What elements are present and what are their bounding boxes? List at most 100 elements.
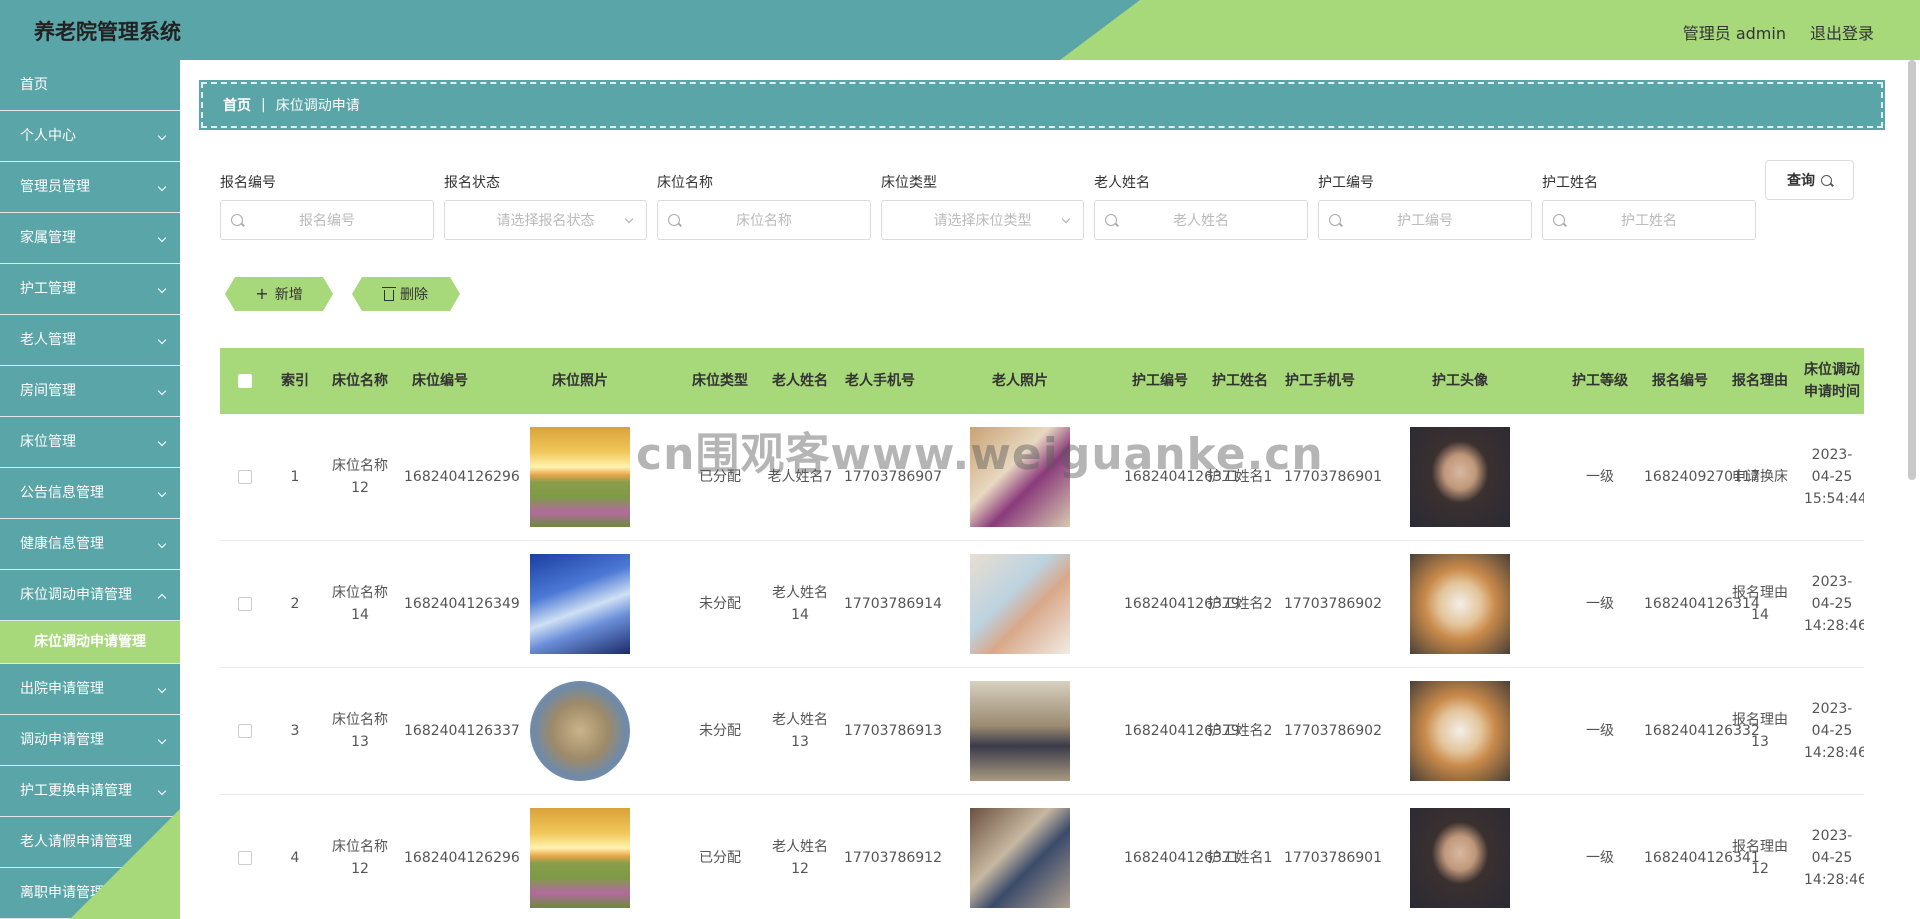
cell-apply-no: 1682409270117	[1644, 469, 1760, 485]
table-row[interactable]: 2 床位名称14 1682404126349 未分配 老人姓名14 17703786914…	[220, 541, 1864, 668]
search-field-label: 报名状态	[444, 175, 500, 191]
sidebar-item[interactable]: 管理员管理	[0, 162, 180, 213]
row-checkbox[interactable]	[220, 593, 270, 615]
placeholder-text: 护工姓名	[1621, 213, 1677, 229]
cell-worker-no: 1682404126379	[1124, 596, 1240, 612]
column-header[interactable]: 索引	[270, 370, 320, 392]
cell-bed-no: 1682404126349	[404, 596, 520, 612]
search-input[interactable]: 报名编号	[220, 200, 434, 240]
column-header[interactable]: 护工等级	[1560, 370, 1640, 392]
cell-worker-level: 一级	[1586, 850, 1614, 866]
cell-bed-no: 1682404126337	[404, 723, 520, 739]
row-checkbox[interactable]	[220, 847, 270, 869]
sidebar-item[interactable]: 出院申请管理	[0, 664, 180, 715]
search-select[interactable]: 请选择床位类型	[881, 200, 1084, 240]
bed-photo-image[interactable]	[530, 808, 630, 908]
worker-avatar-image[interactable]	[1410, 427, 1510, 527]
column-header[interactable]: 床位类型	[680, 370, 760, 392]
elder-photo-image[interactable]	[970, 808, 1070, 908]
column-header[interactable]: 老人照片	[920, 370, 1120, 392]
cell-elder-name: 老人姓名14	[772, 585, 828, 623]
search-icon	[1553, 214, 1565, 226]
cell-bed-name: 床位名称12	[332, 458, 388, 496]
sidebar-item[interactable]: 调动申请管理	[0, 715, 180, 766]
cell-worker-phone: 17703786902	[1284, 596, 1382, 612]
add-button[interactable]: + 新增	[225, 277, 333, 311]
sidebar-item[interactable]: 健康信息管理	[0, 519, 180, 570]
column-header[interactable]: 报名理由	[1720, 370, 1800, 392]
table-row[interactable]: 1 床位名称12 1682404126296 已分配 老人姓名7 17703786907 1…	[220, 414, 1864, 541]
column-header[interactable]: 老人姓名	[760, 370, 840, 392]
search-input[interactable]: 护工编号	[1318, 200, 1532, 240]
chevron-down-icon	[158, 315, 168, 366]
admin-label[interactable]: 管理员 admin	[1683, 20, 1786, 44]
cell-index: 4	[290, 850, 300, 866]
select-all-checkbox[interactable]	[220, 370, 270, 392]
row-checkbox[interactable]	[220, 720, 270, 742]
cell-worker-name: 护工姓名2	[1207, 723, 1273, 739]
search-select[interactable]: 请选择报名状态	[444, 200, 647, 240]
cell-reason: 报名理由14	[1732, 585, 1788, 623]
cell-elder-phone: 17703786913	[844, 723, 942, 739]
cell-elder-name: 老人姓名12	[772, 839, 828, 877]
cell-elder-phone: 17703786914	[844, 596, 942, 612]
chevron-down-icon	[158, 715, 168, 766]
chevron-down-icon	[158, 162, 168, 213]
worker-avatar-image[interactable]	[1410, 681, 1510, 781]
cell-elder-phone: 17703786912	[844, 850, 942, 866]
worker-avatar-image[interactable]	[1410, 554, 1510, 654]
sidebar-item[interactable]: 家属管理	[0, 213, 180, 264]
column-header[interactable]: 床位编号	[400, 370, 480, 392]
cell-bed-type: 未分配	[699, 596, 741, 612]
sidebar-subitem-active[interactable]: 床位调动申请管理	[0, 621, 180, 664]
column-header[interactable]: 床位照片	[480, 370, 680, 392]
query-button[interactable]: 查询	[1765, 160, 1854, 200]
cell-worker-phone: 17703786902	[1284, 723, 1382, 739]
table-row[interactable]: 3 床位名称13 1682404126337 未分配 老人姓名13 17703786913…	[220, 668, 1864, 795]
column-header[interactable]: 报名编号	[1640, 370, 1720, 392]
sidebar-item-label: 出院申请管理	[20, 681, 104, 697]
page-scrollbar[interactable]	[1908, 60, 1916, 480]
breadcrumb-separator: |	[261, 97, 266, 113]
column-header[interactable]: 床位名称	[320, 370, 400, 392]
bed-photo-image[interactable]	[530, 554, 630, 654]
sidebar-item[interactable]: 首页	[0, 60, 180, 111]
column-header[interactable]: 护工编号	[1120, 370, 1200, 392]
column-header[interactable]: 床位调动申请时间	[1800, 359, 1864, 403]
column-header[interactable]: 老人手机号	[840, 370, 920, 392]
column-header[interactable]: 护工手机号	[1280, 370, 1360, 392]
sidebar-item-label: 健康信息管理	[20, 536, 104, 552]
search-input[interactable]: 老人姓名	[1094, 200, 1308, 240]
image-cell	[920, 554, 1120, 654]
placeholder-text: 报名编号	[299, 213, 355, 229]
cell-bed-type: 未分配	[699, 723, 741, 739]
column-header[interactable]: 护工姓名	[1200, 370, 1280, 392]
sidebar-item[interactable]: 护工管理	[0, 264, 180, 315]
bed-photo-image[interactable]	[530, 427, 630, 527]
sidebar-item[interactable]: 床位调动申请管理	[0, 570, 180, 621]
search-input[interactable]: 护工姓名	[1542, 200, 1756, 240]
cell-apply-no: 1682404126341	[1644, 850, 1760, 866]
cell-worker-no: 1682404126371	[1124, 469, 1240, 485]
elder-photo-image[interactable]	[970, 681, 1070, 781]
sidebar-item[interactable]: 房间管理	[0, 366, 180, 417]
row-checkbox[interactable]	[220, 466, 270, 488]
sidebar-item[interactable]: 公告信息管理	[0, 468, 180, 519]
logout-button[interactable]: 退出登录	[1810, 20, 1874, 44]
sidebar-item[interactable]: 床位管理	[0, 417, 180, 468]
sidebar-item[interactable]: 个人中心	[0, 111, 180, 162]
delete-button[interactable]: 删除	[352, 277, 460, 311]
search-input[interactable]: 床位名称	[657, 200, 871, 240]
bed-photo-image[interactable]	[530, 681, 630, 781]
data-table: 索引 床位名称 床位编号 床位照片 床位类型 老人姓名 老人手机号 老人照片 护工编号 护工姓名护…	[220, 348, 1864, 919]
cell-bed-type: 已分配	[699, 469, 741, 485]
sidebar-item[interactable]: 老人管理	[0, 315, 180, 366]
sidebar-item[interactable]: 护工更换申请管理	[0, 766, 180, 817]
cell-index: 1	[290, 469, 300, 485]
table-row[interactable]: 4 床位名称12 1682404126296 已分配 老人姓名12 17703786912…	[220, 795, 1864, 919]
elder-photo-image[interactable]	[970, 554, 1070, 654]
breadcrumb-home[interactable]: 首页	[223, 95, 251, 115]
column-header[interactable]: 护工头像	[1360, 370, 1560, 392]
worker-avatar-image[interactable]	[1410, 808, 1510, 908]
elder-photo-image[interactable]	[970, 427, 1070, 527]
